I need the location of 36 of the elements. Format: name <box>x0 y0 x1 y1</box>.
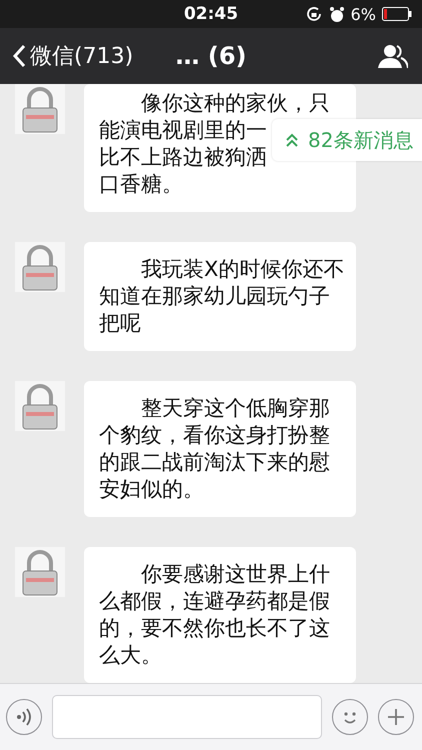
back-chevron-icon <box>12 44 26 68</box>
double-up-chevron-icon <box>286 133 298 147</box>
message-text-line: 么都假，连避孕药都是假 <box>99 588 330 615</box>
message-text-line: 的，要不然你也长不了这 <box>99 615 330 642</box>
message-text-line: 知道在那家幼儿园玩勺子 <box>99 283 330 310</box>
message-input-field[interactable] <box>52 695 322 739</box>
chat-title: … (6) <box>176 42 246 70</box>
rotation-lock-icon <box>304 5 323 23</box>
message-text-line: 的跟二战前淘汰下来的慰 <box>99 449 330 476</box>
padlock-avatar-icon <box>15 381 65 431</box>
emoji-button[interactable] <box>332 699 368 735</box>
message-text-line: 个豹纹，看你这身打扮整 <box>99 422 330 449</box>
message-text-line: 能演电视剧里的一 <box>99 117 267 144</box>
message-text-line: 安妇似的。 <box>99 476 204 503</box>
message-text-line: 么大。 <box>99 642 162 669</box>
message-text-line: 比不上路边被狗洒 <box>99 144 267 171</box>
alarm-icon <box>328 6 345 22</box>
back-button[interactable]: 微信(713) <box>0 41 134 71</box>
padlock-avatar-icon <box>15 242 65 292</box>
voice-icon <box>16 708 32 726</box>
plus-icon <box>387 708 405 726</box>
battery-icon <box>382 7 412 21</box>
message-text-line: 我玩装X的时候你还不 <box>141 256 344 283</box>
message-text-line: 你要感谢这世界上什 <box>141 561 330 588</box>
group-members-button[interactable] <box>378 43 408 69</box>
voice-button[interactable] <box>6 699 42 735</box>
message-text-line: 像你这种的家伙，只 <box>141 90 330 117</box>
message-text-line: 整天穿这个低胸穿那 <box>141 395 330 422</box>
battery-percent: 6% <box>350 4 376 24</box>
message-text-line: 把呢 <box>99 310 141 337</box>
people-icon <box>378 43 408 69</box>
status-time: 02:45 <box>184 4 238 24</box>
padlock-avatar-icon <box>15 547 65 597</box>
padlock-avatar-icon <box>15 84 65 134</box>
add-button[interactable] <box>378 699 414 735</box>
message-text-line: 口香糖。 <box>99 171 183 198</box>
